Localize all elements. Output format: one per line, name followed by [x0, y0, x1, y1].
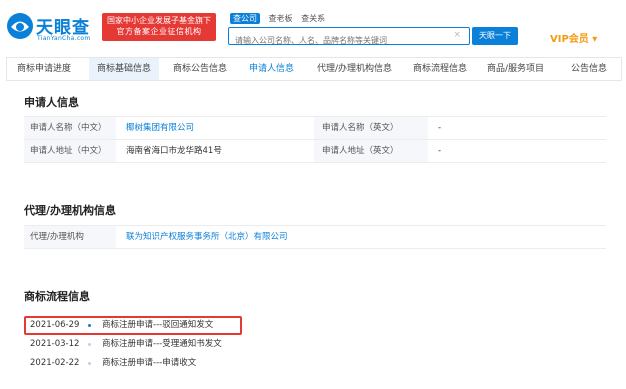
applicant-table: 申请人名称（中文） 椰树集团有限公司 申请人名称（英文） - 申请人地址（中文）…: [24, 116, 606, 163]
search-box: ×: [228, 27, 470, 49]
applicant-address-cn-value: 海南省海口市龙华路41号: [126, 146, 222, 156]
table-row: 申请人地址（中文） 海南省海口市龙华路41号 申请人地址（英文） -: [24, 140, 606, 163]
eye-logo-icon: [7, 13, 33, 39]
timeline-dot-icon: [88, 343, 91, 346]
applicant-address-en-value: -: [438, 146, 442, 156]
tab-basic-info[interactable]: 商标基础信息: [89, 58, 160, 80]
search-button[interactable]: 天眼一下: [472, 27, 518, 45]
logo[interactable]: 天眼查 TianYanCha.com: [6, 11, 116, 45]
agency-link[interactable]: 联为知识产权服务事务所（北京）有限公司: [126, 226, 288, 248]
tab-applicant-info[interactable]: 申请人信息: [249, 58, 294, 80]
tab-agency-info[interactable]: 代理/办理机构信息: [317, 58, 392, 80]
vip-menu[interactable]: VIP会员 ▾: [550, 30, 597, 45]
process-date: 2021-03-12: [30, 339, 80, 349]
process-text: 商标注册申请---申请收文: [102, 358, 197, 368]
banner-line-1: 国家中小企业发展子基金旗下: [107, 16, 211, 25]
search-tab-company[interactable]: 查公司: [230, 13, 260, 24]
tab-announcement-info[interactable]: 商标公告信息: [173, 58, 227, 80]
applicant-name-en-label: 申请人名称（英文）: [314, 117, 428, 139]
search-tab-relation[interactable]: 查关系: [301, 13, 325, 24]
agency-table: 代理/办理机构 联为知识产权服务事务所（北京）有限公司: [24, 225, 606, 249]
search-type-tabs: 查公司 查老板 查关系: [230, 13, 331, 27]
page: 天眼查 TianYanCha.com 国家中小企业发展子基金旗下 官方备案企业征…: [0, 0, 626, 389]
agency-label: 代理/办理机构: [24, 226, 116, 248]
applicant-name-cn-label: 申请人名称（中文）: [24, 117, 116, 139]
tab-application-progress[interactable]: 商标申请进度: [17, 58, 71, 80]
promo-banner: 国家中小企业发展子基金旗下 官方备案企业征信机构: [102, 13, 216, 41]
process-text: 商标注册申请---受理通知书发文: [102, 339, 222, 349]
section-title-applicant: 申请人信息: [24, 96, 79, 109]
list-item: 2021-02-22 商标注册申请---申请收文: [24, 354, 324, 373]
section-title-process: 商标流程信息: [24, 290, 90, 303]
applicant-name-cn-link[interactable]: 椰树集团有限公司: [126, 117, 194, 139]
section-title-agency: 代理/办理机构信息: [24, 204, 117, 217]
highlight-box: [24, 316, 242, 335]
search-input[interactable]: [229, 32, 439, 49]
top-header: 天眼查 TianYanCha.com 国家中小企业发展子基金旗下 官方备案企业征…: [0, 0, 626, 52]
banner-line-2: 官方备案企业征信机构: [116, 27, 202, 36]
brand-url: TianYanCha.com: [37, 35, 91, 42]
tab-notice-info[interactable]: 公告信息: [571, 58, 607, 80]
table-row: 申请人名称（中文） 椰树集团有限公司 申请人名称（英文） -: [24, 117, 606, 140]
timeline-dot-icon: [88, 362, 91, 365]
clear-icon[interactable]: ×: [453, 30, 461, 40]
tab-process-info[interactable]: 商标流程信息: [413, 58, 467, 80]
applicant-name-en-value: -: [438, 123, 442, 133]
list-item: 2021-03-12 商标注册申请---受理通知书发文: [24, 335, 324, 354]
process-date: 2021-02-22: [30, 358, 80, 368]
table-row: 代理/办理机构 联为知识产权服务事务所（北京）有限公司: [24, 226, 606, 249]
tab-goods-services[interactable]: 商品/服务项目: [487, 58, 544, 80]
search-tab-boss[interactable]: 查老板: [269, 13, 293, 24]
applicant-address-cn-label: 申请人地址（中文）: [24, 140, 116, 162]
detail-tab-bar: 商标申请进度 商标基础信息 商标公告信息 申请人信息 代理/办理机构信息 商标流…: [6, 57, 622, 81]
applicant-address-en-label: 申请人地址（英文）: [314, 140, 428, 162]
